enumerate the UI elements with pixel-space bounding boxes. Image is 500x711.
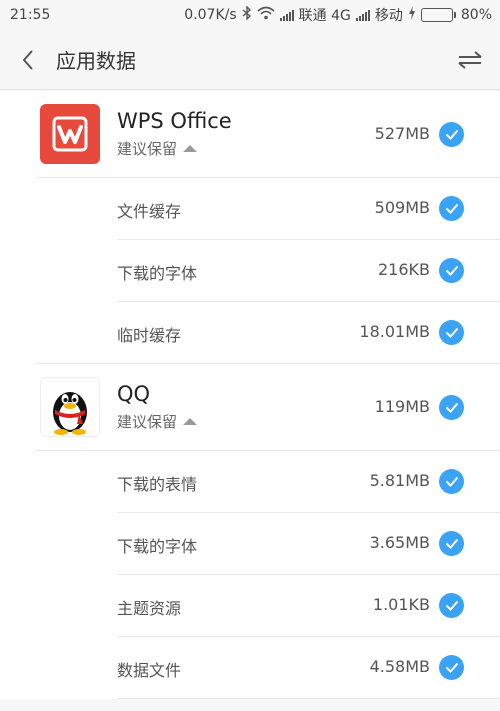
recommendation-toggle[interactable]: 建议保留 (117, 138, 198, 159)
battery-percent: 80% (460, 7, 492, 23)
checkmark-icon (445, 203, 458, 214)
caret-up-icon (183, 418, 198, 425)
checkmark-icon (445, 600, 458, 611)
data-item-size: 5.81MB (369, 471, 430, 490)
app-header: 应用数据 (0, 30, 500, 90)
chevron-left-icon (22, 49, 33, 70)
data-item-label: 数据文件 (117, 661, 182, 680)
recommendation-toggle[interactable]: 建议保留 (117, 411, 198, 432)
recommendation-label: 建议保留 (117, 140, 178, 158)
app-size: 119MB (374, 397, 430, 416)
select-checkbox[interactable] (439, 258, 464, 283)
checkmark-icon (445, 538, 458, 549)
checkmark-icon (445, 265, 458, 276)
data-item-size: 216KB (377, 260, 430, 279)
app-row-wps[interactable]: WPS Office 建议保留 527MB (0, 91, 500, 178)
data-item-label: 下载的字体 (117, 537, 198, 556)
select-checkbox[interactable] (439, 593, 464, 618)
checkmark-icon (445, 476, 458, 487)
status-time: 21:55 (10, 7, 51, 23)
data-item-label: 主题资源 (117, 599, 182, 618)
sort-icon (458, 50, 482, 69)
data-item-label: 临时缓存 (117, 326, 182, 345)
caret-up-icon (183, 145, 198, 152)
battery-icon (420, 8, 456, 22)
app-row-qq[interactable]: QQ 建议保留 119MB (0, 364, 500, 451)
select-checkbox[interactable] (439, 320, 464, 345)
select-checkbox[interactable] (439, 655, 464, 680)
qq-penguin-icon (40, 377, 100, 437)
select-checkbox[interactable] (439, 196, 464, 221)
bluetooth-icon (242, 5, 252, 24)
data-item-label: 下载的字体 (117, 264, 198, 283)
checkmark-icon (445, 129, 458, 140)
wifi-icon (257, 6, 275, 24)
data-item-row[interactable]: 主题资源 1.01KB (0, 575, 500, 637)
status-indicators: 0.07K/s 联通 4G 移动 80% (184, 5, 492, 25)
data-item-size: 509MB (374, 198, 430, 217)
data-item-size: 1.01KB (372, 595, 430, 614)
data-item-row[interactable]: 文件缓存 509MB (0, 178, 500, 240)
carrier-1-label: 联通 4G (298, 8, 351, 24)
checkmark-icon (445, 402, 458, 413)
data-item-row[interactable]: 临时缓存 18.01MB (0, 302, 500, 364)
select-checkbox[interactable] (439, 469, 464, 494)
recommendation-label: 建议保留 (117, 413, 178, 431)
data-item-row[interactable]: 下载的字体 3.65MB (0, 513, 500, 575)
data-item-size: 3.65MB (369, 533, 430, 552)
carrier-2-label: 移动 (374, 8, 403, 24)
select-checkbox[interactable] (439, 122, 464, 147)
data-item-size: 18.01MB (359, 322, 430, 341)
app-name: WPS Office (117, 109, 232, 133)
signal-icon-1 (279, 9, 294, 21)
back-button[interactable] (0, 30, 56, 90)
data-item-label: 下载的表情 (117, 475, 198, 494)
checkmark-icon (445, 327, 458, 338)
data-item-label: 文件缓存 (117, 202, 182, 221)
data-item-row[interactable]: 下载的表情 5.81MB (0, 451, 500, 513)
signal-icon-2 (355, 9, 370, 21)
data-item-size: 4.58MB (369, 657, 430, 676)
charging-icon (408, 6, 416, 24)
sort-button[interactable] (440, 30, 500, 90)
app-data-list: WPS Office 建议保留 527MB 文件缓存 509MB 下载的字体 2… (0, 91, 500, 699)
select-checkbox[interactable] (439, 395, 464, 420)
network-speed: 0.07K/s (184, 7, 237, 23)
page-title: 应用数据 (56, 49, 136, 73)
wps-office-icon (40, 104, 100, 164)
status-bar: 21:55 0.07K/s 联通 4G 移动 80% (0, 0, 500, 30)
app-name: QQ (117, 382, 151, 406)
app-size: 527MB (374, 124, 430, 143)
checkmark-icon (445, 662, 458, 673)
data-item-row[interactable]: 下载的字体 216KB (0, 240, 500, 302)
data-item-row[interactable]: 数据文件 4.58MB (0, 637, 500, 699)
select-checkbox[interactable] (439, 531, 464, 556)
